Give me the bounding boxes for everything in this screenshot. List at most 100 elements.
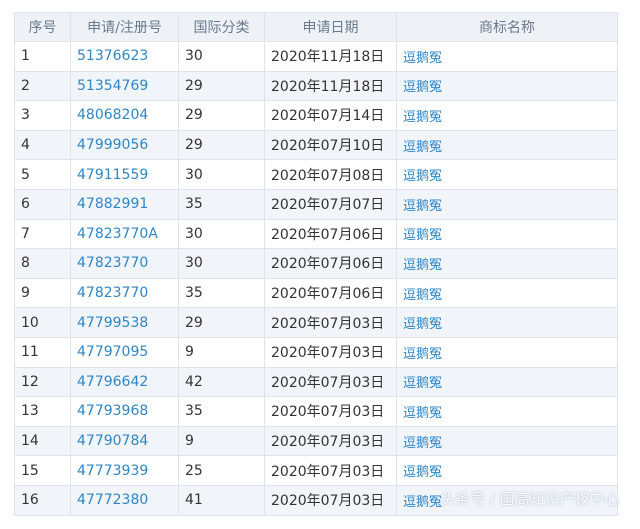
registration-no-link[interactable]: 47772380: [70, 484, 179, 516]
registration-no-link[interactable]: 48068204: [70, 100, 179, 131]
serial-no-cell: 13: [14, 396, 71, 427]
registration-no-link[interactable]: 47823770: [70, 248, 179, 279]
table-header-row: 序号 申请/注册号 国际分类 申请日期 商标名称: [14, 12, 618, 42]
registration-no-link[interactable]: 47823770: [70, 277, 179, 309]
intl-class-cell: 35: [178, 277, 265, 309]
serial-no-cell: 1: [14, 41, 71, 72]
registration-no-link[interactable]: 47797095: [70, 336, 179, 368]
serial-no-cell: 5: [14, 159, 71, 190]
serial-no-cell: 3: [14, 100, 71, 131]
application-date-cell: 2020年11月18日: [264, 41, 397, 72]
table-row[interactable]: 8 47823770 30 2020年07月06日 逗鹅冤: [14, 248, 618, 279]
trademark-name-link[interactable]: 逗鹅冤: [396, 159, 618, 190]
header-trademark-name[interactable]: 商标名称: [396, 12, 618, 42]
application-date-cell: 2020年07月03日: [264, 484, 397, 516]
table-row[interactable]: 12 47796642 42 2020年07月03日 逗鹅冤: [14, 366, 618, 398]
table-row[interactable]: 15 47773939 25 2020年07月03日 逗鹅冤: [14, 455, 618, 486]
serial-no-cell: 15: [14, 455, 71, 486]
intl-class-cell: 30: [178, 41, 265, 72]
application-date-cell: 2020年07月03日: [264, 425, 397, 457]
application-date-cell: 2020年07月07日: [264, 188, 397, 220]
application-date-cell: 2020年11月18日: [264, 70, 397, 102]
intl-class-cell: 29: [178, 129, 265, 161]
registration-no-link[interactable]: 47790784: [70, 425, 179, 457]
application-date-cell: 2020年07月08日: [264, 159, 397, 190]
serial-no-cell: 2: [14, 70, 71, 102]
header-intl-class[interactable]: 国际分类: [178, 12, 265, 42]
serial-no-cell: 11: [14, 336, 71, 368]
intl-class-cell: 30: [178, 248, 265, 279]
trademark-name-link[interactable]: 逗鹅冤: [396, 396, 618, 427]
trademark-name-link[interactable]: 逗鹅冤: [396, 425, 618, 457]
table-row[interactable]: 10 47799538 29 2020年07月03日 逗鹅冤: [14, 307, 618, 338]
application-date-cell: 2020年07月03日: [264, 336, 397, 368]
trademark-name-link[interactable]: 逗鹅冤: [396, 455, 618, 486]
application-date-cell: 2020年07月03日: [264, 396, 397, 427]
header-registration-no[interactable]: 申请/注册号: [70, 12, 179, 42]
intl-class-cell: 29: [178, 307, 265, 338]
serial-no-cell: 16: [14, 484, 71, 516]
intl-class-cell: 30: [178, 159, 265, 190]
table-row[interactable]: 11 47797095 9 2020年07月03日 逗鹅冤: [14, 336, 618, 368]
table-body: 1 51376623 30 2020年11月18日 逗鹅冤 2 51354769 29 2020…: [14, 41, 618, 516]
table-row[interactable]: 9 47823770 35 2020年07月06日 逗鹅冤: [14, 277, 618, 309]
intl-class-cell: 41: [178, 484, 265, 516]
application-date-cell: 2020年07月14日: [264, 100, 397, 131]
application-date-cell: 2020年07月10日: [264, 129, 397, 161]
trademark-name-link[interactable]: 逗鹅冤: [396, 248, 618, 279]
registration-no-link[interactable]: 47773939: [70, 455, 179, 486]
intl-class-cell: 9: [178, 425, 265, 457]
trademark-name-link[interactable]: 逗鹅冤: [396, 366, 618, 398]
table-row[interactable]: 1 51376623 30 2020年11月18日 逗鹅冤: [14, 41, 618, 72]
table-row[interactable]: 13 47793968 35 2020年07月03日 逗鹅冤: [14, 396, 618, 427]
table-row[interactable]: 5 47911559 30 2020年07月08日 逗鹅冤: [14, 159, 618, 190]
table-row[interactable]: 4 47999056 29 2020年07月10日 逗鹅冤: [14, 129, 618, 161]
trademark-name-link[interactable]: 逗鹅冤: [396, 129, 618, 161]
table-row[interactable]: 2 51354769 29 2020年11月18日 逗鹅冤: [14, 70, 618, 102]
serial-no-cell: 4: [14, 129, 71, 161]
registration-no-link[interactable]: 47911559: [70, 159, 179, 190]
serial-no-cell: 10: [14, 307, 71, 338]
table-row[interactable]: 16 47772380 41 2020年07月03日 逗鹅冤: [14, 484, 618, 516]
application-date-cell: 2020年07月03日: [264, 307, 397, 338]
registration-no-link[interactable]: 47823770A: [70, 218, 179, 250]
application-date-cell: 2020年07月03日: [264, 455, 397, 486]
trademark-name-link[interactable]: 逗鹅冤: [396, 277, 618, 309]
intl-class-cell: 42: [178, 366, 265, 398]
registration-no-link[interactable]: 47793968: [70, 396, 179, 427]
serial-no-cell: 6: [14, 188, 71, 220]
registration-no-link[interactable]: 47796642: [70, 366, 179, 398]
table-row[interactable]: 7 47823770A 30 2020年07月06日 逗鹅冤: [14, 218, 618, 250]
registration-no-link[interactable]: 47999056: [70, 129, 179, 161]
trademark-name-link[interactable]: 逗鹅冤: [396, 100, 618, 131]
registration-no-link[interactable]: 51376623: [70, 41, 179, 72]
header-application-date[interactable]: 申请日期: [264, 12, 397, 42]
intl-class-cell: 9: [178, 336, 265, 368]
registration-no-link[interactable]: 47799538: [70, 307, 179, 338]
intl-class-cell: 35: [178, 396, 265, 427]
application-date-cell: 2020年07月06日: [264, 218, 397, 250]
registration-no-link[interactable]: 51354769: [70, 70, 179, 102]
intl-class-cell: 30: [178, 218, 265, 250]
serial-no-cell: 9: [14, 277, 71, 309]
header-serial-no[interactable]: 序号: [14, 12, 71, 42]
table-row[interactable]: 6 47882991 35 2020年07月07日 逗鹅冤: [14, 188, 618, 220]
serial-no-cell: 14: [14, 425, 71, 457]
serial-no-cell: 8: [14, 248, 71, 279]
trademark-name-link[interactable]: 逗鹅冤: [396, 218, 618, 250]
trademark-table-container: 序号 申请/注册号 国际分类 申请日期 商标名称 1 51376623 30 2020…: [14, 12, 618, 516]
trademark-table: 序号 申请/注册号 国际分类 申请日期 商标名称 1 51376623 30 2020…: [14, 12, 618, 516]
serial-no-cell: 7: [14, 218, 71, 250]
application-date-cell: 2020年07月06日: [264, 248, 397, 279]
intl-class-cell: 29: [178, 70, 265, 102]
trademark-name-link[interactable]: 逗鹅冤: [396, 307, 618, 338]
trademark-name-link[interactable]: 逗鹅冤: [396, 484, 618, 516]
table-row[interactable]: 3 48068204 29 2020年07月14日 逗鹅冤: [14, 100, 618, 131]
trademark-name-link[interactable]: 逗鹅冤: [396, 41, 618, 72]
table-row[interactable]: 14 47790784 9 2020年07月03日 逗鹅冤: [14, 425, 618, 457]
trademark-name-link[interactable]: 逗鹅冤: [396, 70, 618, 102]
intl-class-cell: 35: [178, 188, 265, 220]
trademark-name-link[interactable]: 逗鹅冤: [396, 188, 618, 220]
registration-no-link[interactable]: 47882991: [70, 188, 179, 220]
trademark-name-link[interactable]: 逗鹅冤: [396, 336, 618, 368]
